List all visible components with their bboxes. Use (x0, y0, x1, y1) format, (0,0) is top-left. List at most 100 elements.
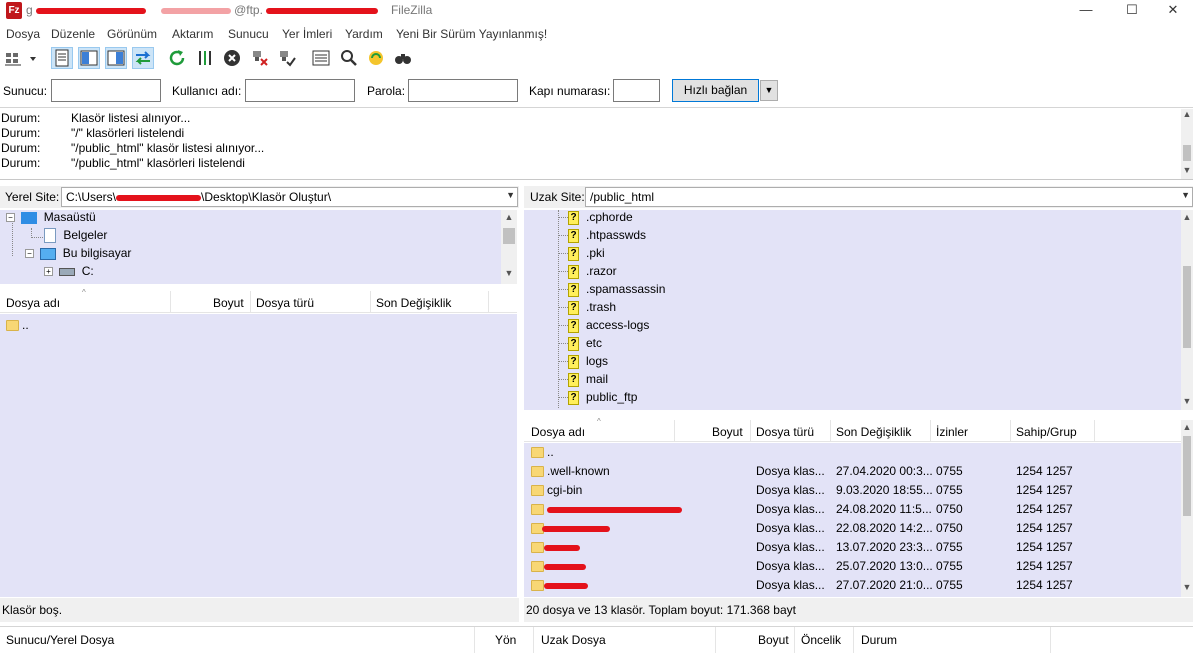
menu-yardim[interactable]: Yardım (345, 27, 383, 41)
chevron-down-icon[interactable]: ▼ (1181, 190, 1190, 200)
table-row[interactable]: cgi-bin Dosya klas... 9.03.2020 18:55...… (524, 481, 1181, 500)
disconnect-icon[interactable] (249, 47, 271, 69)
maximize-button[interactable]: ☐ (1109, 0, 1155, 22)
refresh-icon[interactable] (166, 47, 188, 69)
local-path-input[interactable]: C:\Users\ \Desktop\Klasör Oluştur\ ▼ (61, 187, 518, 207)
col-permissions[interactable]: İzinler (936, 425, 968, 439)
scroll-up-icon[interactable]: ▲ (501, 212, 517, 222)
col-modified[interactable]: Son Değişiklik (836, 425, 911, 439)
tree-node-desktop[interactable]: − Masaüstü (6, 210, 96, 228)
tree-node-documents[interactable]: Belgeler (44, 228, 107, 246)
minimize-button[interactable]: — (1063, 0, 1109, 22)
scroll-thumb[interactable] (503, 228, 515, 244)
menu-aktarim[interactable]: Aktarım (172, 27, 213, 41)
tree-node[interactable]: ? logs (558, 354, 608, 372)
sync-browse-icon[interactable] (365, 47, 387, 69)
col-direction[interactable]: Yön (495, 633, 516, 647)
col-priority[interactable]: Öncelik (801, 633, 841, 647)
col-size[interactable]: Boyut (712, 425, 743, 439)
col-remote-file[interactable]: Uzak Dosya (541, 633, 606, 647)
log-scrollbar[interactable]: ▲ ▼ (1181, 109, 1193, 179)
table-row[interactable]: Dosya klas... 22.08.2020 14:2... 0750 12… (524, 519, 1181, 538)
tree-node-drive-c[interactable]: + C: (44, 264, 94, 282)
remote-tree-scrollbar[interactable]: ▲ ▼ (1181, 210, 1193, 410)
host-input[interactable] (51, 79, 161, 102)
col-modified[interactable]: Son Değişiklik (376, 296, 451, 310)
menu-new-version[interactable]: Yeni Bir Sürüm Yayınlanmış! (396, 27, 547, 41)
menu-dosya[interactable]: Dosya (6, 27, 40, 41)
compare-icon[interactable] (338, 47, 360, 69)
collapse-icon[interactable]: − (25, 249, 34, 259)
local-tree-scrollbar[interactable]: ▲ ▼ (501, 210, 517, 284)
tree-node[interactable]: ? access-logs (558, 318, 649, 336)
close-button[interactable]: ✕ (1150, 0, 1193, 22)
scroll-down-icon[interactable]: ▼ (1181, 582, 1193, 592)
scroll-down-icon[interactable]: ▼ (1181, 165, 1193, 175)
table-row[interactable]: .. (524, 443, 1181, 462)
col-type[interactable]: Dosya türü (756, 425, 814, 439)
username-input[interactable] (245, 79, 355, 102)
tree-node[interactable]: ? .cphorde (558, 210, 633, 228)
list-item[interactable]: .. (0, 316, 517, 335)
col-filename[interactable]: Dosya adı (6, 296, 60, 310)
expand-icon[interactable]: + (44, 267, 53, 277)
unknown-folder-icon: ? (568, 336, 579, 351)
scroll-down-icon[interactable]: ▼ (501, 268, 517, 278)
scroll-up-icon[interactable]: ▲ (1181, 212, 1193, 222)
col-size[interactable]: Boyut (213, 296, 244, 310)
tree-node[interactable]: ? mail (558, 372, 608, 390)
col-status[interactable]: Durum (861, 633, 897, 647)
chevron-down-icon[interactable]: ▼ (506, 190, 515, 200)
scroll-up-icon[interactable]: ▲ (1181, 109, 1193, 119)
quickconnect-button[interactable]: Hızlı bağlan (672, 79, 759, 102)
remote-site-label: Uzak Site: (530, 190, 585, 204)
computer-icon (40, 247, 57, 260)
scroll-thumb[interactable] (1183, 266, 1191, 348)
search-icon[interactable] (392, 47, 414, 69)
reconnect-icon[interactable] (276, 47, 298, 69)
remote-list-scrollbar[interactable]: ▲ ▼ (1181, 420, 1193, 597)
col-filename[interactable]: Dosya adı (531, 425, 585, 439)
table-row[interactable]: Dosya klas... 13.07.2020 23:3... 0755 12… (524, 538, 1181, 557)
scroll-down-icon[interactable]: ▼ (1181, 396, 1193, 406)
cancel-icon[interactable] (221, 47, 243, 69)
collapse-icon[interactable]: − (6, 213, 15, 223)
tree-node[interactable]: ? public_ftp (558, 390, 637, 408)
menu-yer-imleri[interactable]: Yer İmleri (282, 27, 332, 41)
dropdown-icon[interactable] (26, 47, 40, 69)
tree-node-this-pc[interactable]: − Bu bilgisayar (25, 246, 131, 264)
table-row[interactable]: .well-known Dosya klas... 27.04.2020 00:… (524, 462, 1181, 481)
menu-duzenle[interactable]: Düzenle (51, 27, 95, 41)
remote-path-input[interactable]: /public_html ▼ (585, 187, 1193, 207)
log-message: "/public_html" klasör listesi alınıyor..… (71, 141, 265, 155)
toggle-local-tree-icon[interactable] (78, 47, 100, 69)
tree-node[interactable]: ? .trash (558, 300, 616, 318)
password-input[interactable] (408, 79, 518, 102)
col-type[interactable]: Dosya türü (256, 296, 314, 310)
tree-node[interactable]: ? .htpasswds (558, 228, 646, 246)
table-row[interactable]: Dosya klas... 27.07.2020 21:0... 0755 12… (524, 576, 1181, 595)
scroll-up-icon[interactable]: ▲ (1181, 422, 1193, 432)
menu-sunucu[interactable]: Sunucu (228, 27, 269, 41)
process-queue-icon[interactable] (194, 47, 216, 69)
toggle-remote-tree-icon[interactable] (105, 47, 127, 69)
tree-node[interactable]: ? .spamassassin (558, 282, 665, 300)
tree-node[interactable]: ? .razor (558, 264, 617, 282)
col-owner[interactable]: Sahip/Grup (1016, 425, 1077, 439)
table-row[interactable]: Dosya klas... 24.08.2020 11:5... 0750 12… (524, 500, 1181, 519)
toggle-queue-icon[interactable] (132, 47, 154, 69)
scroll-thumb[interactable] (1183, 145, 1191, 161)
unknown-folder-icon: ? (568, 246, 579, 261)
scroll-thumb[interactable] (1183, 436, 1191, 516)
tree-node[interactable]: ? .pki (558, 246, 605, 264)
table-row[interactable]: Dosya klas... 25.07.2020 13:0... 0755 12… (524, 557, 1181, 576)
quickconnect-history-dropdown[interactable]: ▼ (760, 80, 778, 101)
menu-gorunum[interactable]: Görünüm (107, 27, 157, 41)
filter-icon[interactable] (310, 47, 332, 69)
col-size[interactable]: Boyut (758, 633, 789, 647)
site-manager-icon[interactable] (3, 47, 25, 69)
toggle-log-icon[interactable] (51, 47, 73, 69)
col-server-local-file[interactable]: Sunucu/Yerel Dosya (6, 633, 114, 647)
port-input[interactable] (613, 79, 660, 102)
tree-node[interactable]: ? etc (558, 336, 602, 354)
